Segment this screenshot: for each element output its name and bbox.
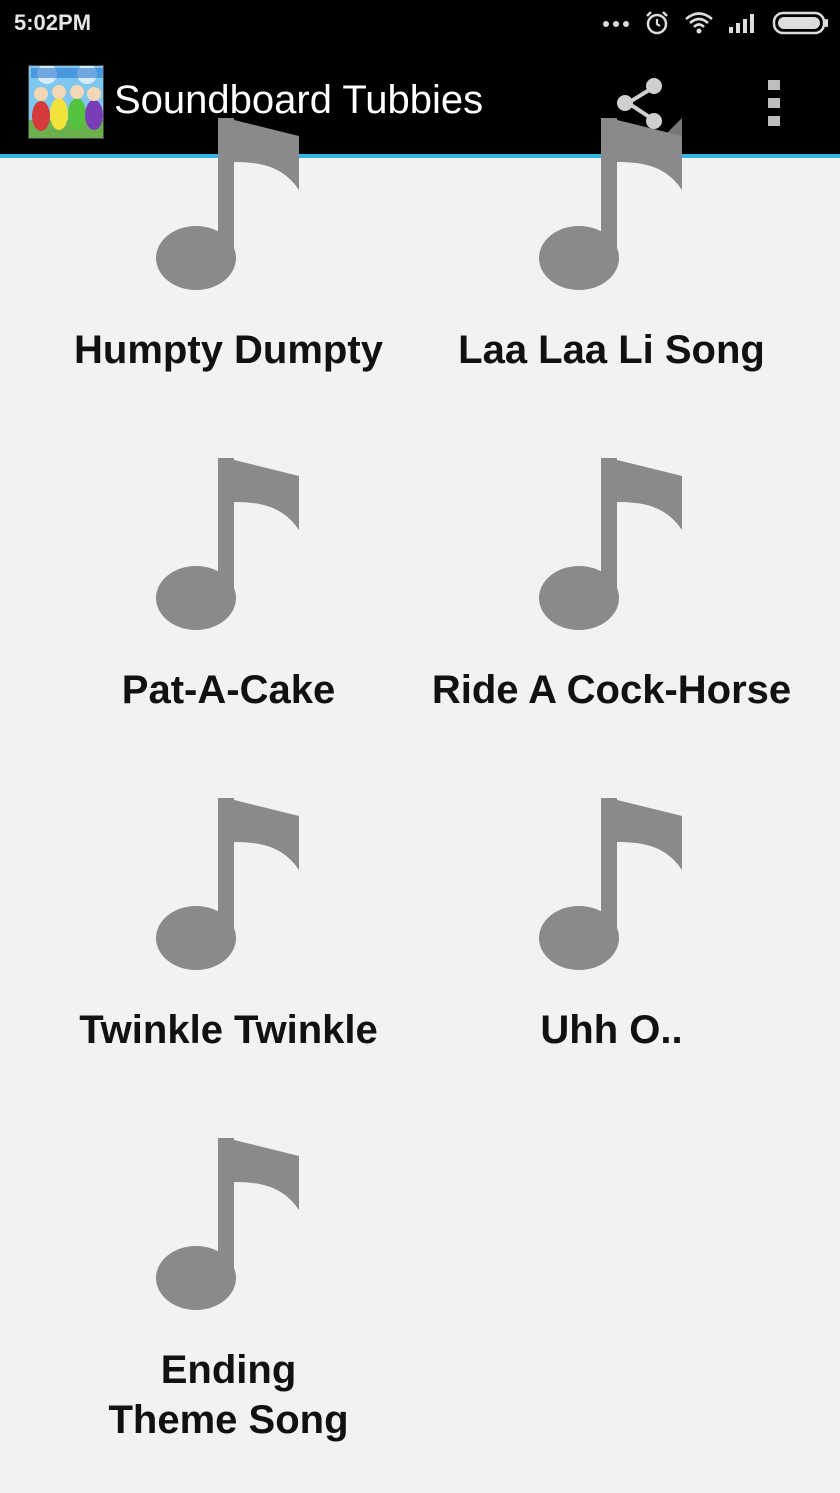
sound-item-ride-a-cock-horse[interactable]: Ride A Cock-Horse [420,458,803,778]
music-note-icon [539,118,682,290]
sound-label: Laa Laa Li Song [458,328,765,372]
music-note-icon [156,798,299,970]
battery-icon [772,10,830,36]
sound-label: Ending Theme Song [108,1348,349,1442]
status-time: 5:02PM [14,10,92,35]
sound-label: Uhh O.. [540,1008,683,1052]
sound-item-twinkle-twinkle[interactable]: Twinkle Twinkle [37,798,420,1118]
music-note-icon [156,458,299,630]
music-note-icon [539,458,682,630]
status-bar: 5:02PM [0,0,840,46]
more-dots-icon [602,18,630,28]
sound-item-ending-theme-song[interactable]: Ending Theme Song [37,1138,420,1478]
sound-label: Humpty Dumpty [74,328,383,372]
wifi-icon [684,11,714,35]
sound-item-pat-a-cake[interactable]: Pat-A-Cake [37,458,420,778]
sound-label: Pat-A-Cake [121,668,336,712]
signal-icon [728,11,758,35]
sound-label: Twinkle Twinkle [79,1008,378,1052]
alarm-icon [644,10,670,36]
sound-item-uhh-o[interactable]: Uhh O.. [420,798,803,1118]
music-note-icon [156,118,299,290]
sound-label: Ride A Cock-Horse [431,668,792,712]
screen: 5:02PM Soundboard Tubbies Humpty Dumpty … [0,0,840,1493]
music-note-icon [156,1138,299,1310]
status-icons [602,8,830,38]
sound-item-humpty-dumpty[interactable]: Humpty Dumpty [37,118,420,438]
sound-grid: Humpty Dumpty Laa Laa Li Song Pat-A-Cake [0,118,840,1493]
music-note-icon [539,798,682,970]
sound-item-laa-laa-li-song[interactable]: Laa Laa Li Song [420,118,803,438]
app-title: Soundboard Tubbies [114,78,484,122]
